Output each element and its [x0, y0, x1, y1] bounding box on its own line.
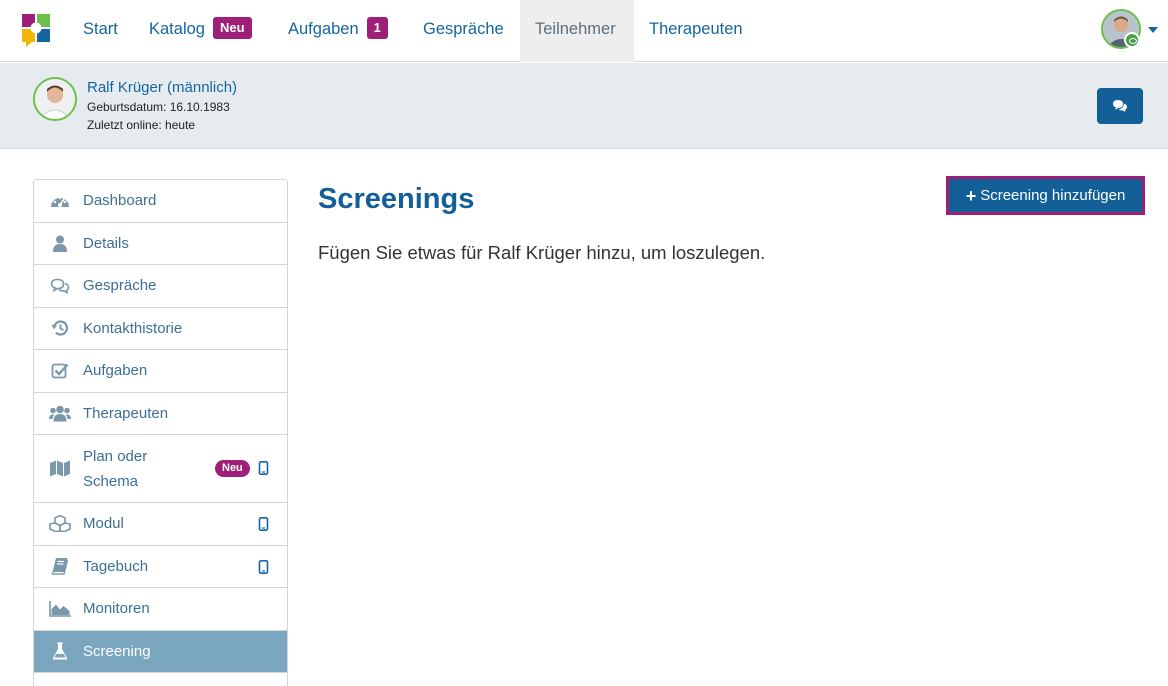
users-icon	[49, 403, 71, 423]
sidebar-item-label: Modul	[83, 515, 124, 533]
sidebar-item-label: Therapeuten	[83, 404, 169, 422]
nav-aufgaben-label: Aufgaben	[288, 20, 359, 38]
sidebar-item-screening[interactable]: Screening	[34, 630, 287, 673]
history-icon	[49, 318, 71, 338]
nav-start[interactable]: Start	[68, 0, 133, 62]
new-badge: Neu	[212, 17, 252, 39]
nav-teilnehmer-label: Teilnehmer	[535, 20, 616, 38]
sidebar-item-tagebuch[interactable]: Tagebuch	[34, 545, 287, 588]
sidebar-item-modul[interactable]: Modul	[34, 503, 287, 546]
nav-start-label: Start	[83, 20, 118, 38]
nav-gespraeche[interactable]: Gespräche	[408, 0, 519, 62]
area-chart-icon	[49, 599, 71, 619]
sidebar-item-label: Monitoren	[83, 600, 150, 618]
sidebar-item-label: Tagebuch	[83, 557, 149, 575]
sidebar-item-kontakthistorie[interactable]: Kontakthistorie	[34, 307, 287, 350]
participant-birthdate: Geburtsdatum: 16.10.1983	[87, 100, 230, 114]
check-square-icon	[49, 361, 71, 381]
sidebar-item-therapeuten[interactable]: Therapeuten	[34, 392, 287, 435]
participant-header: Ralf Krüger (männlich) Geburtsdatum: 16.…	[0, 63, 1168, 149]
sidebar-item-label: Screening	[83, 642, 151, 660]
sidebar-item-label: Details	[83, 234, 129, 252]
sidebar-item-dashboard[interactable]: Dashboard	[34, 180, 287, 223]
book-icon	[49, 556, 71, 576]
participant-avatar	[33, 77, 77, 121]
empty-state-message: Fügen Sie etwas für Ralf Krüger hinzu, u…	[318, 242, 766, 263]
comments-icon	[1113, 100, 1127, 112]
cubes-icon	[49, 514, 71, 534]
comments-icon	[49, 276, 71, 296]
sidebar-item-aufgaben[interactable]: Aufgaben	[34, 350, 287, 393]
sidebar-item-label: Dashboard	[83, 192, 157, 210]
sidebar-item-label: Aufgaben	[83, 362, 148, 380]
chat-button[interactable]	[1097, 88, 1143, 124]
chevron-down-icon[interactable]	[1148, 27, 1158, 33]
top-navbar: Start Katalog Neu Aufgaben 1 Gespräche Tei…	[0, 0, 1168, 62]
sidebar-nav: Dashboard Details Gespräche Kontakthisto…	[33, 179, 288, 686]
nav-therapeuten[interactable]: Therapeuten	[634, 0, 758, 62]
participant-last-online: Zuletzt online: heute	[87, 118, 196, 132]
nav-gespraeche-label: Gespräche	[423, 20, 504, 38]
nav-aufgaben[interactable]: Aufgaben 1	[273, 0, 403, 62]
page-title: Screenings	[318, 183, 475, 215]
nav-katalog[interactable]: Katalog Neu	[134, 0, 267, 62]
online-status-icon	[1124, 32, 1140, 48]
dashboard-icon	[49, 191, 71, 211]
app-logo[interactable]	[20, 12, 52, 48]
nav-katalog-label: Katalog	[149, 20, 205, 38]
map-icon	[49, 459, 71, 479]
sidebar-item-more[interactable]	[34, 673, 287, 686]
plus-icon: +	[965, 185, 977, 206]
user-icon	[49, 233, 71, 253]
sidebar-item-gespraeche[interactable]: Gespräche	[34, 265, 287, 308]
nav-teilnehmer[interactable]: Teilnehmer	[520, 0, 634, 62]
sidebar-item-details[interactable]: Details	[34, 222, 287, 265]
mobile-icon	[258, 559, 269, 574]
count-badge: 1	[366, 17, 388, 39]
sidebar-item-label: Kontakthistorie	[83, 319, 183, 337]
add-screening-button[interactable]: + Screening hinzufügen	[946, 176, 1145, 215]
mobile-icon	[258, 517, 269, 531]
sidebar-item-plan-oder-schema[interactable]: Plan oder Schema Neu	[34, 435, 287, 503]
add-screening-label: Screening hinzufügen	[980, 187, 1126, 204]
flask-icon	[49, 641, 71, 661]
sidebar-item-label: Gespräche	[83, 277, 157, 295]
participant-name[interactable]: Ralf Krüger (männlich)	[87, 79, 237, 96]
mobile-icon	[258, 461, 269, 475]
nav-therapeuten-label: Therapeuten	[649, 20, 743, 38]
sidebar-item-label: Plan oder Schema	[83, 447, 148, 490]
sidebar-item-monitoren[interactable]: Monitoren	[34, 588, 287, 631]
new-badge: Neu	[215, 460, 250, 477]
